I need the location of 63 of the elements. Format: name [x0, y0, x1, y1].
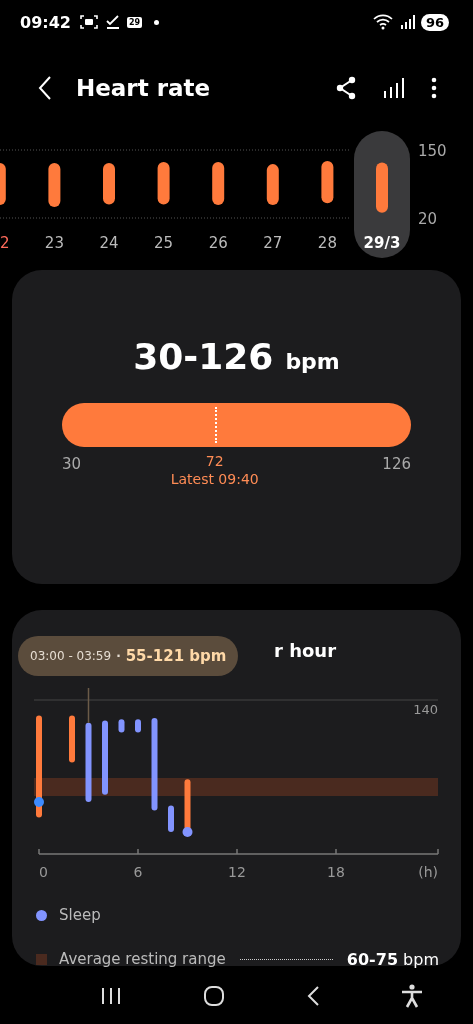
day-label[interactable]: 2 — [0, 234, 10, 252]
page-title: Heart rate — [76, 75, 211, 101]
latest-time: Latest 09:40 — [170, 471, 259, 487]
range-bar[interactable] — [376, 162, 388, 213]
axis-label: 6 — [133, 864, 143, 880]
range-bar[interactable] — [157, 162, 170, 205]
status-time: 09:42 — [20, 12, 71, 32]
day-label[interactable]: 27 — [263, 234, 283, 252]
sleep-bar[interactable] — [102, 720, 108, 795]
tooltip-separator: · — [116, 649, 121, 663]
sleep-bar[interactable] — [135, 719, 141, 733]
sleep-bar[interactable] — [168, 805, 174, 832]
min-point — [182, 827, 193, 837]
unit-label: bpm — [285, 349, 340, 374]
legend-label: Sleep — [59, 906, 101, 924]
axis-label: 0 — [39, 864, 48, 880]
axis-label: 12 — [228, 864, 246, 880]
range-value: 30-126 — [133, 336, 274, 377]
day-label[interactable]: 25 — [154, 234, 174, 252]
axis-label: 20 — [418, 210, 438, 228]
min-label: 30 — [62, 455, 82, 473]
axis-label: 140 — [413, 702, 438, 717]
axis-label: 150 — [418, 142, 447, 160]
range-bar[interactable] — [321, 161, 334, 204]
bar-chart-icon[interactable] — [383, 77, 405, 99]
range-bar[interactable] — [69, 715, 75, 763]
latest-value: 72 — [205, 453, 224, 469]
day-label[interactable]: 29/3 — [363, 234, 401, 252]
signal-icon — [400, 15, 415, 29]
selected-day-highlight[interactable] — [354, 131, 410, 258]
screenshot-icon — [78, 14, 99, 30]
tooltip-value: 55-121 bpm — [125, 647, 227, 665]
recents-icon[interactable] — [100, 986, 123, 1006]
notification-dot — [154, 19, 160, 25]
calendar-icon: 29 — [126, 16, 143, 28]
range-bar[interactable] — [266, 164, 279, 205]
share-icon[interactable] — [335, 76, 357, 100]
day-label[interactable]: 24 — [99, 234, 119, 252]
back-icon[interactable] — [305, 985, 320, 1007]
accessibility-icon[interactable] — [400, 984, 423, 1008]
chart-title: r hour — [274, 640, 336, 661]
more-icon[interactable] — [431, 77, 437, 99]
resting-range-value: 60-75 bpm — [346, 949, 439, 969]
wifi-icon — [372, 14, 395, 30]
sleep-bar[interactable] — [151, 718, 158, 811]
sleep-bar[interactable] — [85, 722, 92, 802]
tooltip-time: 03:00 - 03:59 — [30, 649, 112, 663]
min-point — [34, 797, 44, 807]
axis-label: 18 — [327, 864, 345, 880]
day-label[interactable]: 23 — [44, 234, 64, 252]
battery-level: 96 — [420, 13, 449, 31]
sleep-bar[interactable] — [118, 719, 125, 733]
range-bar[interactable] — [103, 163, 115, 205]
legend-label: Average resting range — [59, 950, 226, 968]
day-label[interactable]: 26 — [208, 234, 228, 252]
day-label[interactable]: 28 — [317, 234, 337, 252]
check-icon — [104, 14, 121, 30]
range-bar[interactable] — [212, 162, 225, 205]
max-label: 126 — [382, 455, 411, 473]
axis-label: (h) — [418, 864, 438, 880]
range-bar[interactable] — [48, 163, 61, 207]
home-icon[interactable] — [203, 985, 226, 1007]
range-bar[interactable] — [0, 163, 6, 205]
